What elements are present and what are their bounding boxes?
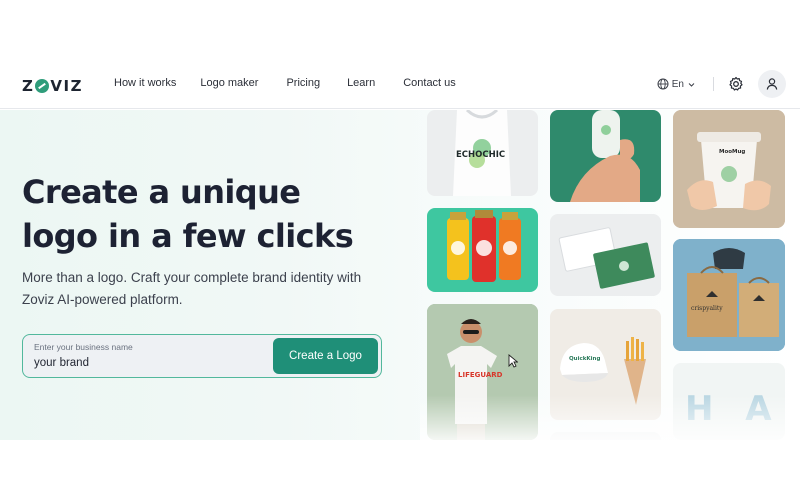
- headline-line-2: logo in a few clicks: [22, 217, 354, 255]
- coffee-cup-tile: MooMug: [673, 110, 785, 228]
- globe-icon: [657, 78, 669, 90]
- user-icon: [766, 78, 778, 90]
- logo-o-icon: [35, 79, 50, 93]
- business-cards-image: [558, 227, 655, 289]
- nav-logo-maker[interactable]: Logo maker: [200, 77, 258, 89]
- nav-divider: [713, 77, 714, 91]
- logo-text-right: VIZ: [50, 77, 83, 95]
- user-account-button[interactable]: [758, 70, 786, 98]
- tote-bag-tile: ECHOCHIC: [427, 110, 538, 196]
- paper-bags-image: [673, 239, 785, 351]
- paper-bags-tile: crispyality: [673, 239, 785, 351]
- language-selector[interactable]: En: [657, 78, 699, 90]
- coffee-cup-image: [673, 110, 785, 228]
- create-logo-button[interactable]: Create a Logo: [273, 338, 378, 374]
- hand-bottle-tile: [550, 110, 661, 202]
- hand-bottle-image: [570, 110, 640, 202]
- logo-text-left: Z: [22, 77, 35, 95]
- cup-brand: MooMug: [719, 149, 746, 155]
- hero-subtitle: More than a logo. Craft your complete br…: [22, 270, 362, 307]
- mouse-cursor-icon: [508, 354, 518, 368]
- gallery-fade: [420, 395, 800, 440]
- juice-bottles-tile: [427, 208, 538, 292]
- chevron-down-icon: [688, 82, 695, 87]
- hero-headline: Create a unique logo in a few clicks: [22, 170, 354, 258]
- business-cards-tile: [550, 214, 661, 296]
- navbar: Z VIZ How it works Logo maker Pricing Le…: [0, 62, 800, 109]
- cap-brand: QuickKing: [569, 356, 601, 362]
- top-blank-area: [0, 0, 800, 62]
- zoviz-logo[interactable]: Z VIZ: [22, 77, 83, 95]
- bag-brand: crispyality: [691, 305, 723, 312]
- nav-actions: En: [657, 70, 786, 98]
- tote-bag-brand: ECHOCHIC: [456, 150, 506, 160]
- tshirt-print: LIFEGUARD: [458, 371, 503, 379]
- hero-section: Create a unique logo in a few clicks Mor…: [0, 110, 800, 440]
- gear-icon[interactable]: [728, 76, 744, 92]
- business-name-form: Enter your business name Create a Logo: [22, 334, 382, 378]
- language-label: En: [671, 78, 684, 90]
- nav-how-it-works[interactable]: How it works: [114, 77, 176, 89]
- juice-bottles-image: [447, 210, 521, 282]
- business-name-label: Enter your business name: [34, 342, 133, 352]
- nav-learn[interactable]: Learn: [347, 77, 375, 89]
- headline-line-1: Create a unique: [22, 173, 301, 211]
- nav-pricing[interactable]: Pricing: [286, 77, 320, 89]
- business-name-input[interactable]: [34, 355, 264, 371]
- nav-links: How it works Logo maker Pricing Learn Co…: [114, 77, 456, 89]
- nav-contact-us[interactable]: Contact us: [403, 77, 456, 89]
